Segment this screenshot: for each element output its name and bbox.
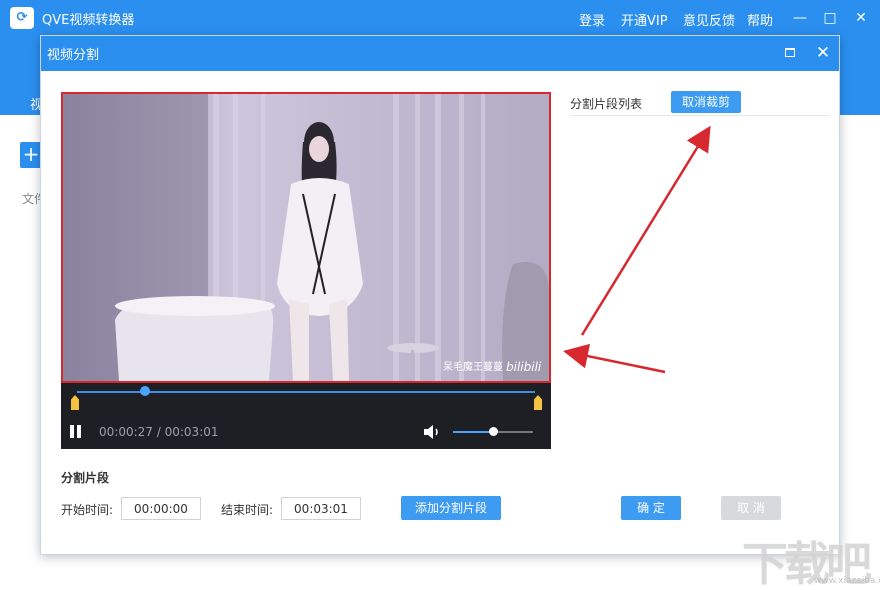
minimize-icon[interactable]: — (790, 8, 810, 28)
site-watermark: 下载吧 www.xiazaiba.com (742, 528, 880, 590)
start-time-input[interactable] (121, 497, 201, 520)
timeline-playhead[interactable] (140, 386, 151, 396)
end-time-label: 结束时间: (221, 503, 274, 517)
time-separator: / (156, 425, 161, 439)
dialog-titlebar: 视频分割 ✕ (41, 36, 839, 71)
cancel-button[interactable]: 取 消 (721, 496, 781, 520)
segment-list-label: 分割片段列表 (570, 97, 643, 111)
menu-login[interactable]: 登录 (579, 10, 605, 29)
video-preview[interactable]: 呆毛魔王蔓蔓 bilibili (61, 92, 551, 383)
close-icon[interactable]: ✕ (813, 42, 833, 64)
add-file-button[interactable]: + (20, 142, 42, 168)
end-time-input[interactable] (281, 497, 361, 520)
maximize-icon[interactable]: □ (820, 8, 840, 28)
total-time: 00:03:01 (164, 425, 219, 439)
app-title: QVE视频转换器 (42, 13, 135, 28)
video-watermark-user: 呆毛魔王蔓蔓 (443, 360, 503, 373)
maximize-icon[interactable] (785, 48, 795, 57)
app-titlebar: ⟳ QVE视频转换器 登录 开通VIP 意见反馈 帮助 — □ ✕ (0, 0, 880, 36)
volume-icon[interactable] (423, 424, 441, 440)
confirm-button[interactable]: 确 定 (621, 496, 681, 520)
menu-vip[interactable]: 开通VIP (621, 10, 668, 29)
segment-heading: 分割片段 (61, 471, 110, 485)
player-controls: 00:00:27 / 00:03:01 (61, 383, 551, 449)
video-convert-icon: ⟳ (10, 7, 34, 29)
add-segment-button[interactable]: 添加分割片段 (401, 496, 501, 520)
current-time: 00:00:27 (99, 425, 153, 439)
start-time-label: 开始时间: (61, 503, 114, 517)
cancel-crop-button[interactable]: 取消裁剪 (671, 91, 741, 113)
split-dialog: 视频分割 ✕ 呆毛魔王蔓蔓 bilibili 00:00:27 / 00:03:… (40, 35, 840, 555)
close-icon[interactable]: ✕ (851, 8, 871, 28)
file-label: 文件 (22, 192, 40, 206)
menu-help[interactable]: 帮助 (747, 10, 773, 29)
site-watermark-url: www.xiazaiba.com (814, 576, 880, 586)
segment-list-divider (570, 115, 830, 116)
dialog-title: 视频分割 (47, 48, 100, 63)
video-watermark-brand: bilibili (506, 360, 542, 374)
segment-end-marker[interactable] (534, 395, 542, 410)
menu-feedback[interactable]: 意见反馈 (683, 10, 735, 29)
pause-icon[interactable] (70, 425, 82, 438)
playback-time: 00:00:27 / 00:03:01 (99, 425, 219, 439)
volume-thumb[interactable] (489, 427, 498, 436)
video-frame-image: 呆毛魔王蔓蔓 bilibili (63, 94, 549, 381)
segment-start-marker[interactable] (71, 395, 79, 410)
